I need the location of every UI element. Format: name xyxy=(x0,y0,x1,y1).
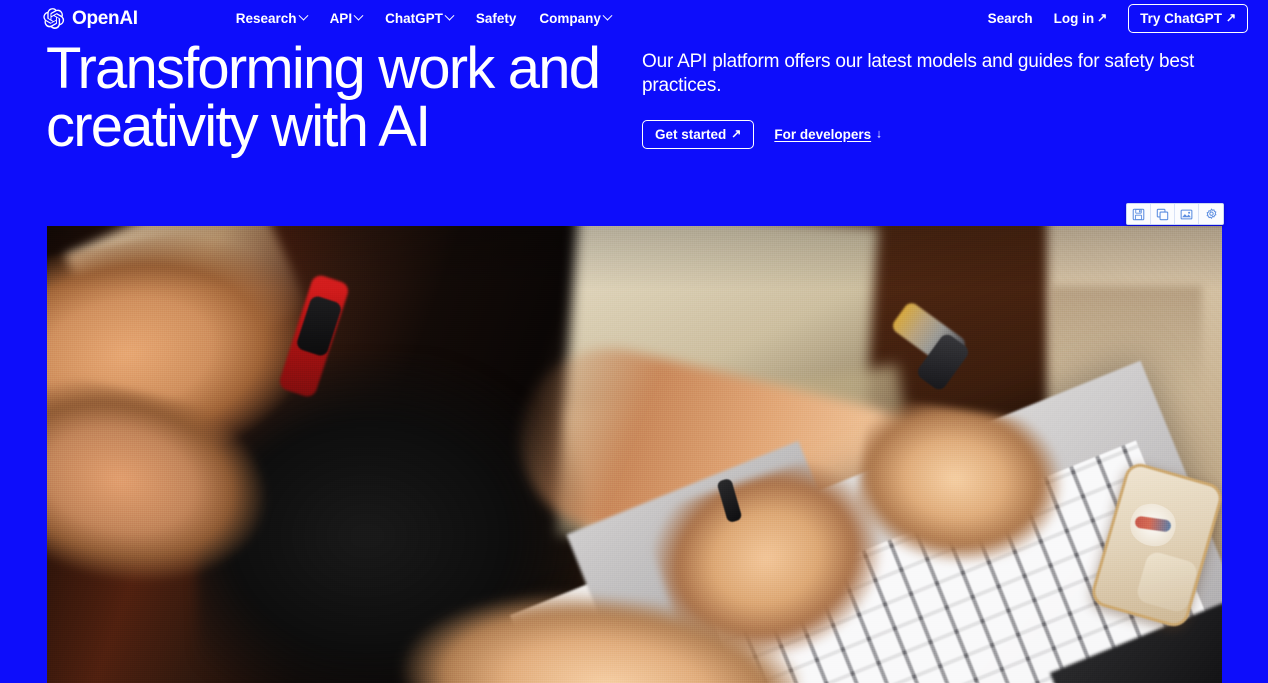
image-hover-toolbar[interactable] xyxy=(1126,203,1224,225)
brand-name-label: OpenAI xyxy=(72,7,138,29)
primary-nav-links: Research API ChatGPT Safety Company xyxy=(235,10,613,26)
hero-right-column: Our API platform offers our latest model… xyxy=(642,40,1222,156)
nav-item-safety[interactable]: Safety xyxy=(476,11,517,26)
try-chatgpt-label: Try ChatGPT xyxy=(1140,10,1222,26)
save-disk-icon xyxy=(1132,208,1145,221)
nav-item-company[interactable]: Company xyxy=(539,10,613,26)
for-developers-link[interactable]: For developers ↓ xyxy=(774,127,882,142)
page-title: Transforming work and creativity with AI xyxy=(46,36,601,159)
save-disk-icon-button[interactable] xyxy=(1127,204,1151,224)
for-developers-label: For developers xyxy=(774,126,872,142)
copy-duplicate-icon xyxy=(1156,208,1169,221)
nav-item-research-label: Research xyxy=(235,10,297,26)
open-image-icon xyxy=(1180,208,1193,221)
search-label: Search xyxy=(987,10,1033,26)
hero-image xyxy=(47,226,1222,683)
nav-item-api[interactable]: API xyxy=(329,10,364,26)
get-started-label: Get started xyxy=(655,126,727,142)
nav-item-company-label: Company xyxy=(539,10,601,26)
nav-item-safety-label: Safety xyxy=(475,10,517,26)
brand-home-link[interactable]: OpenAI xyxy=(42,7,138,30)
arrow-up-right-icon: ↗ xyxy=(731,126,742,141)
login-link[interactable]: Log in ↗ xyxy=(1054,11,1108,26)
hero-description: Our API platform offers our latest model… xyxy=(642,51,1195,97)
nav-item-chatgpt-label: ChatGPT xyxy=(385,10,443,26)
get-started-button[interactable]: Get started ↗ xyxy=(642,119,755,149)
hero-section: Transforming work and creativity with AI… xyxy=(0,40,1268,156)
arrow-up-right-icon: ↗ xyxy=(1225,10,1236,25)
chevron-down-icon xyxy=(602,10,613,21)
nav-item-api-label: API xyxy=(329,10,353,26)
gear-settings-icon xyxy=(1205,208,1218,221)
hero-actions: Get started ↗ For developers ↓ xyxy=(642,119,1222,149)
secondary-nav-actions: Search Log in ↗ Try ChatGPT ↗ xyxy=(988,3,1248,33)
copy-duplicate-icon-button[interactable] xyxy=(1151,204,1175,224)
hero-left-column: Transforming work and creativity with AI xyxy=(46,40,642,156)
openai-logo-icon xyxy=(42,7,65,30)
chevron-down-icon xyxy=(353,10,364,21)
page-root: OpenAI Research API ChatGPT Safety Compa… xyxy=(0,0,1268,683)
hero-photo-canvas xyxy=(47,226,1222,683)
open-image-icon-button[interactable] xyxy=(1175,204,1199,224)
arrow-down-icon: ↓ xyxy=(876,126,883,141)
photo-right-hand xyxy=(845,396,1089,606)
chevron-down-icon xyxy=(444,10,455,21)
login-label: Log in xyxy=(1053,10,1095,26)
try-chatgpt-button[interactable]: Try ChatGPT ↗ xyxy=(1128,3,1248,33)
chevron-down-icon xyxy=(298,10,309,21)
top-navigation-bar: OpenAI Research API ChatGPT Safety Compa… xyxy=(0,0,1268,36)
gear-settings-icon-button[interactable] xyxy=(1199,204,1223,224)
nav-item-research[interactable]: Research xyxy=(235,10,309,26)
nav-item-chatgpt[interactable]: ChatGPT xyxy=(385,10,455,26)
arrow-up-right-icon: ↗ xyxy=(1097,10,1108,25)
search-button[interactable]: Search xyxy=(988,11,1033,26)
